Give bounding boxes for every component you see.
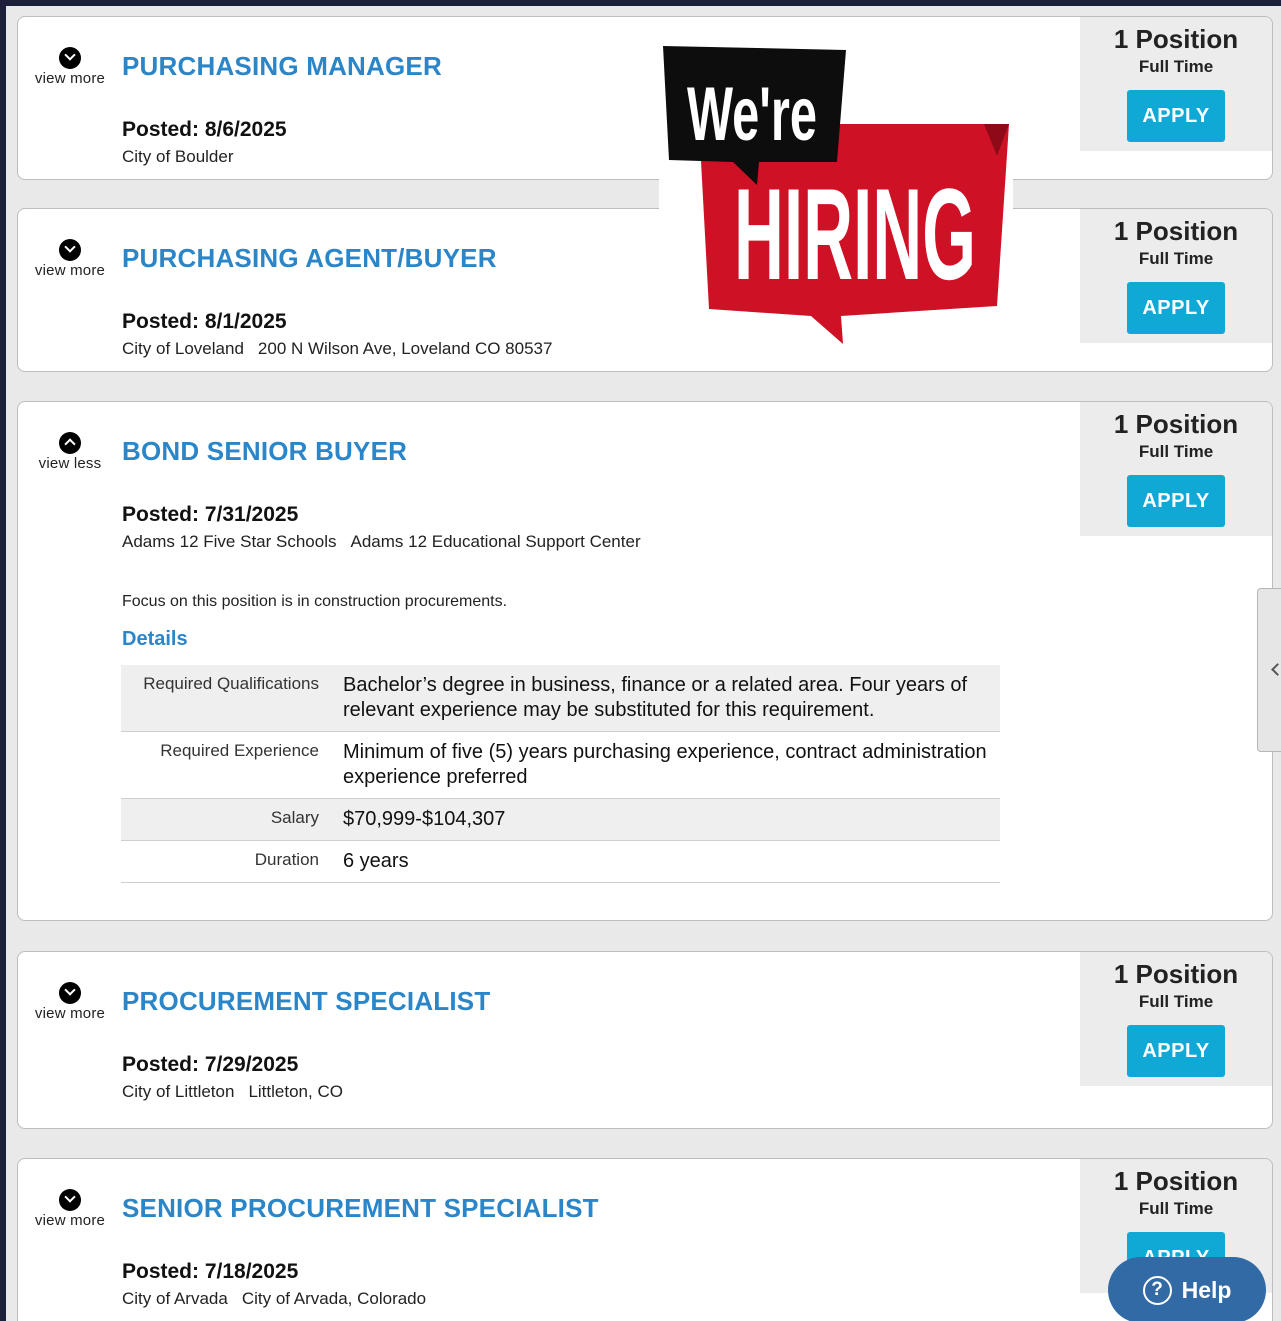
window-frame-left bbox=[0, 0, 6, 1321]
job-title-link[interactable]: PROCUREMENT SPECIALIST bbox=[122, 986, 490, 1017]
toggle-label: view more bbox=[34, 1212, 106, 1229]
details-label: Salary bbox=[121, 798, 327, 841]
toggle-label: view less bbox=[38, 455, 102, 472]
chevron-down-icon bbox=[59, 982, 81, 1004]
job-card-senior-procurement-specialist: view more SENIOR PROCUREMENT SPECIALIST … bbox=[17, 1158, 1273, 1321]
job-address: City of Arvada, Colorado bbox=[241, 1289, 427, 1308]
posted-date: Posted: 8/1/2025 bbox=[122, 310, 287, 333]
view-more-toggle[interactable]: view more bbox=[18, 1189, 122, 1229]
job-title-link[interactable]: SENIOR PROCUREMENT SPECIALIST bbox=[122, 1193, 599, 1224]
employer-name: Adams 12 Five Star Schools bbox=[122, 532, 337, 551]
job-location: Adams 12 Five Star Schools Adams 12 Educa… bbox=[122, 532, 641, 552]
apply-button[interactable]: APPLY bbox=[1127, 282, 1225, 334]
job-address: Adams 12 Educational Support Center bbox=[350, 532, 641, 551]
posted-date: Posted: 7/18/2025 bbox=[122, 1260, 299, 1283]
job-card-purchasing-manager: view more PURCHASING MANAGER Posted: 8/6… bbox=[17, 16, 1273, 180]
details-label: Required Qualifications bbox=[121, 665, 327, 732]
chevron-down-icon bbox=[59, 47, 81, 69]
employment-type: Full Time bbox=[1138, 992, 1214, 1011]
job-location: City of Arvada City of Arvada, Colorado bbox=[122, 1289, 426, 1309]
job-location: City of Littleton Littleton, CO bbox=[122, 1082, 343, 1102]
apply-button[interactable]: APPLY bbox=[1127, 90, 1225, 142]
details-row: Required Qualifications Bachelor’s degre… bbox=[121, 665, 1000, 732]
apply-button[interactable]: APPLY bbox=[1127, 475, 1225, 527]
toggle-label: view more bbox=[34, 262, 106, 279]
hiring-banner-graphic: We're HIRING bbox=[659, 46, 1013, 344]
posted-date: Posted: 8/6/2025 bbox=[122, 118, 287, 141]
posted-date: Posted: 7/31/2025 bbox=[122, 503, 299, 526]
details-value: Bachelor’s degree in business, finance o… bbox=[327, 665, 1000, 732]
view-more-toggle[interactable]: view more bbox=[18, 47, 122, 87]
employment-type: Full Time bbox=[1138, 57, 1214, 76]
help-button[interactable]: ? Help bbox=[1108, 1257, 1266, 1321]
apply-button[interactable]: APPLY bbox=[1127, 1025, 1225, 1077]
job-address: 200 N Wilson Ave, Loveland CO 80537 bbox=[257, 339, 553, 358]
details-value: 6 years bbox=[327, 840, 1000, 883]
position-count: 1 Position bbox=[1113, 409, 1239, 439]
position-count: 1 Position bbox=[1113, 24, 1239, 54]
employment-type: Full Time bbox=[1138, 442, 1214, 461]
view-more-toggle[interactable]: view more bbox=[18, 982, 122, 1022]
employment-type: Full Time bbox=[1138, 249, 1214, 268]
side-panel-tab[interactable] bbox=[1257, 588, 1281, 752]
details-value: Minimum of five (5) years purchasing exp… bbox=[327, 731, 1000, 799]
details-row: Required Experience Minimum of five (5) … bbox=[121, 731, 1000, 799]
employer-name: City of Littleton bbox=[122, 1082, 235, 1101]
employer-name: City of Loveland bbox=[122, 339, 244, 358]
details-value: $70,999-$104,307 bbox=[327, 798, 1000, 841]
window-frame-top bbox=[0, 0, 1281, 6]
job-title-link[interactable]: BOND SENIOR BUYER bbox=[122, 436, 407, 467]
view-less-toggle[interactable]: view less bbox=[18, 432, 122, 472]
toggle-label: view more bbox=[34, 70, 106, 87]
job-address: Littleton, CO bbox=[248, 1082, 343, 1101]
job-title-link[interactable]: PURCHASING MANAGER bbox=[122, 51, 442, 82]
details-heading-link[interactable]: Details bbox=[122, 628, 188, 651]
posted-date: Posted: 7/29/2025 bbox=[122, 1053, 299, 1076]
chevron-left-icon bbox=[1271, 663, 1281, 676]
banner-line-2: HIRING bbox=[734, 161, 976, 307]
position-panel: 1 Position Full Time APPLY bbox=[1080, 209, 1272, 343]
details-label: Duration bbox=[121, 840, 327, 883]
help-label: Help bbox=[1181, 1276, 1232, 1303]
details-table: Required Qualifications Bachelor’s degre… bbox=[121, 665, 1000, 883]
question-icon: ? bbox=[1142, 1275, 1172, 1305]
position-count: 1 Position bbox=[1113, 216, 1239, 246]
job-card-purchasing-agent: view more PURCHASING AGENT/BUYER Posted:… bbox=[17, 208, 1273, 372]
position-count: 1 Position bbox=[1113, 1166, 1239, 1196]
details-row: Salary $70,999-$104,307 bbox=[121, 798, 1000, 841]
position-panel: 1 Position Full Time APPLY bbox=[1080, 17, 1272, 151]
employment-type: Full Time bbox=[1138, 1199, 1214, 1218]
details-row: Duration 6 years bbox=[121, 840, 1000, 883]
job-card-bond-senior-buyer: view less BOND SENIOR BUYER Posted: 7/31… bbox=[17, 401, 1273, 921]
chevron-up-icon bbox=[59, 432, 81, 454]
details-label: Required Experience bbox=[121, 731, 327, 799]
employer-name: City of Boulder bbox=[122, 147, 234, 166]
chevron-down-icon bbox=[59, 1189, 81, 1211]
employer-name: City of Arvada bbox=[122, 1289, 228, 1308]
view-more-toggle[interactable]: view more bbox=[18, 239, 122, 279]
job-location: City of Boulder bbox=[122, 147, 234, 167]
job-title-link[interactable]: PURCHASING AGENT/BUYER bbox=[122, 243, 497, 274]
position-panel: 1 Position Full Time APPLY bbox=[1080, 952, 1272, 1086]
job-description: Focus on this position is in constructio… bbox=[122, 593, 508, 610]
toggle-label: view more bbox=[34, 1005, 106, 1022]
job-card-procurement-specialist: view more PROCUREMENT SPECIALIST Posted:… bbox=[17, 951, 1273, 1129]
position-panel: 1 Position Full Time APPLY bbox=[1080, 402, 1272, 536]
position-count: 1 Position bbox=[1113, 959, 1239, 989]
chevron-down-icon bbox=[59, 239, 81, 261]
banner-line-1: We're bbox=[687, 72, 817, 157]
job-location: City of Loveland 200 N Wilson Ave, Lovela… bbox=[122, 339, 552, 359]
